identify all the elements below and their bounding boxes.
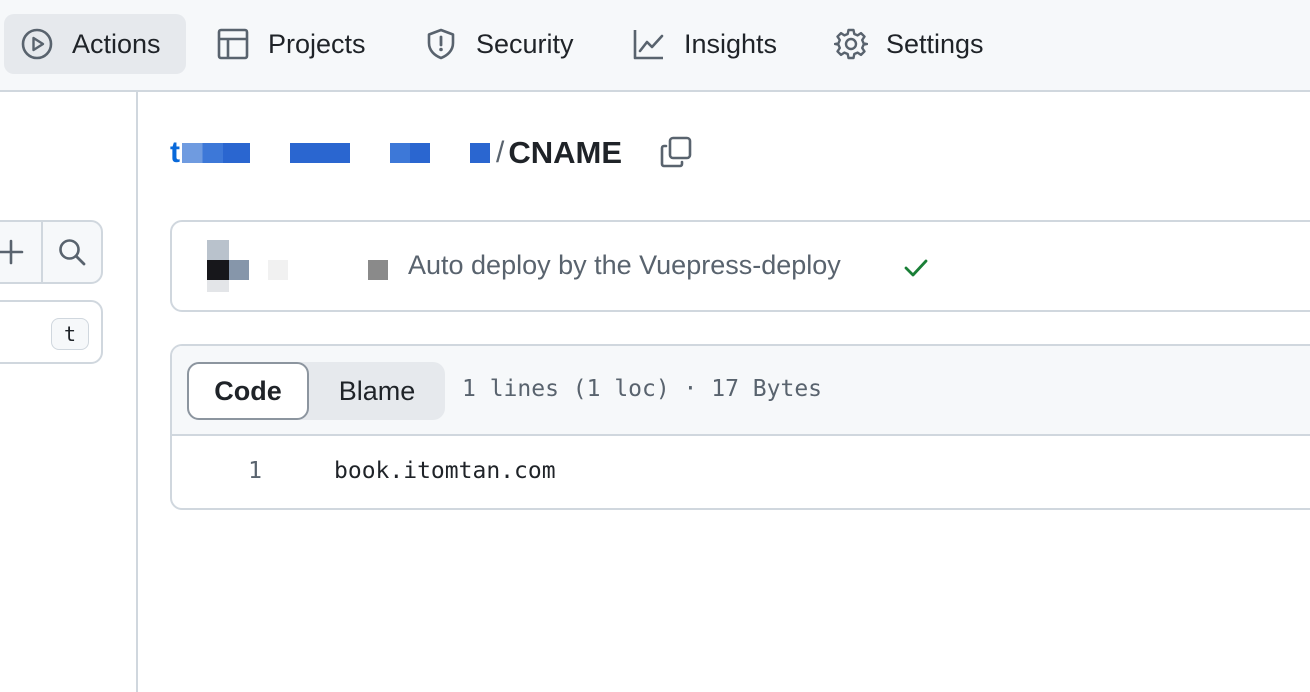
code-line: 1 book.itomtan.com xyxy=(172,438,1310,508)
keyboard-shortcut-badge: t xyxy=(51,318,89,350)
sidebar-button-group xyxy=(0,220,103,284)
tab-security[interactable]: Security xyxy=(408,14,590,74)
commit-hash-redacted xyxy=(368,260,388,280)
code-tab[interactable]: Code xyxy=(187,362,309,420)
tab-settings[interactable]: Settings xyxy=(818,14,1000,74)
breadcrumb-file-name: CNAME xyxy=(508,135,623,170)
play-circle-icon xyxy=(20,27,54,61)
graph-icon xyxy=(632,27,666,61)
commit-message-link[interactable]: Auto deploy by the Vuepress-deploy xyxy=(408,250,841,281)
repo-nav: Actions Projects Security Insights Setti… xyxy=(0,0,1310,92)
line-content: book.itomtan.com xyxy=(334,458,556,484)
redacted-segment xyxy=(470,143,490,163)
file-header: Blame Code 1 lines (1 loc) · 17 Bytes xyxy=(172,346,1310,436)
copy-path-button[interactable] xyxy=(656,132,696,172)
redacted-segment xyxy=(182,143,250,163)
tab-security-label: Security xyxy=(476,28,574,59)
file-info: 1 lines (1 loc) · 17 Bytes xyxy=(462,376,823,402)
search-icon xyxy=(57,237,87,267)
tab-settings-label: Settings xyxy=(886,28,984,59)
file-viewer: Blame Code 1 lines (1 loc) · 17 Bytes 1 … xyxy=(170,344,1310,510)
tab-insights-label: Insights xyxy=(684,28,778,59)
avatar[interactable] xyxy=(207,240,251,294)
tab-projects[interactable]: Projects xyxy=(200,14,382,74)
copy-icon xyxy=(659,135,693,169)
blame-tab[interactable]: Blame xyxy=(309,362,445,420)
shield-icon xyxy=(424,27,458,61)
tab-projects-label: Projects xyxy=(268,28,366,59)
latest-commit-box: Auto deploy by the Vuepress-deploy xyxy=(170,220,1310,312)
search-button[interactable] xyxy=(40,222,102,282)
breadcrumb-repo-link[interactable]: t xyxy=(170,136,180,170)
plus-icon xyxy=(0,237,26,267)
file-tree-sidebar: t xyxy=(0,92,138,692)
file-filter-input[interactable]: t xyxy=(0,300,103,364)
author-name-redacted xyxy=(268,260,288,280)
gear-icon xyxy=(834,27,868,61)
check-icon[interactable] xyxy=(900,252,932,284)
add-file-button[interactable] xyxy=(0,222,41,282)
tab-actions-label: Actions xyxy=(72,28,161,59)
breadcrumb: t / CNAME xyxy=(170,130,622,176)
view-mode-toggle: Blame Code xyxy=(187,362,445,420)
redacted-segment xyxy=(290,143,350,163)
tab-insights[interactable]: Insights xyxy=(616,14,793,74)
tab-actions[interactable]: Actions xyxy=(4,14,186,74)
breadcrumb-separator: / xyxy=(496,136,505,169)
redacted-segment xyxy=(390,143,430,163)
line-number[interactable]: 1 xyxy=(172,458,262,484)
table-icon xyxy=(216,27,250,61)
